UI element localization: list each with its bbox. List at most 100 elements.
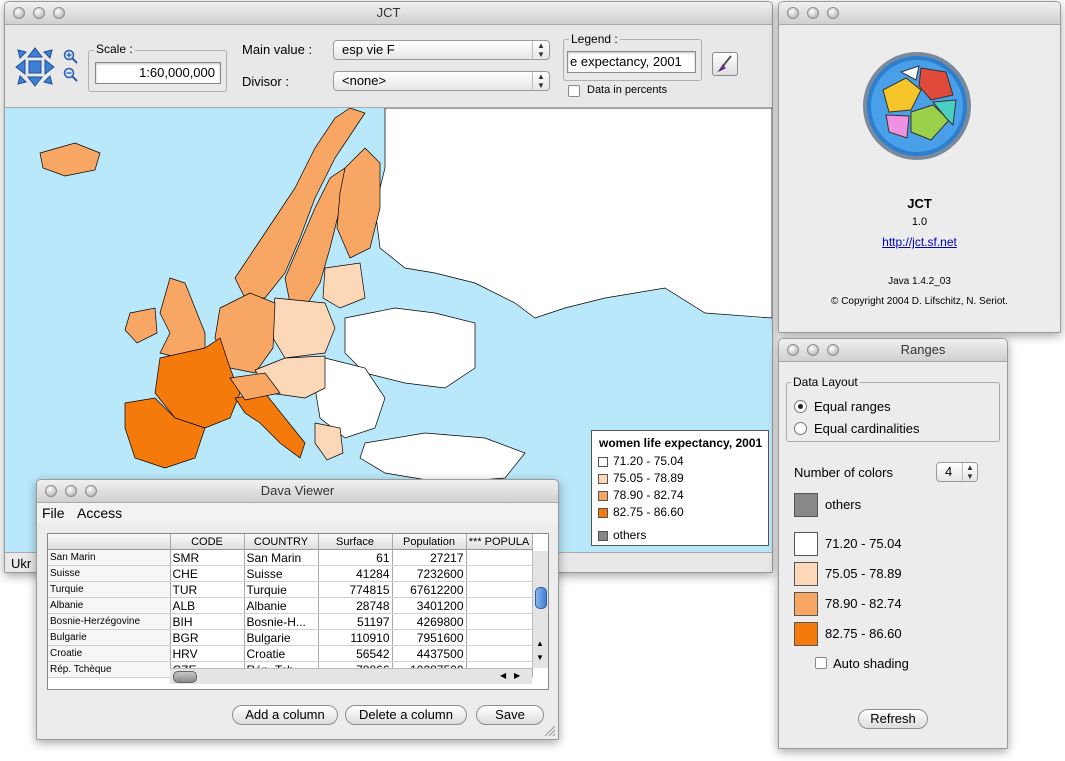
menu-file[interactable]: File bbox=[42, 505, 65, 521]
scroll-left-arrow-icon[interactable]: ◀ bbox=[500, 671, 506, 680]
scale-input[interactable]: 1:60,000,000 bbox=[95, 62, 221, 84]
horizontal-scrollbar[interactable]: ◀ ▶ bbox=[170, 668, 532, 684]
zoom-button[interactable] bbox=[827, 344, 839, 356]
menu-access[interactable]: Access bbox=[77, 505, 122, 521]
cell-surface[interactable]: 774815 bbox=[318, 581, 393, 598]
minimize-button[interactable] bbox=[65, 485, 77, 497]
cell-surface[interactable]: 61 bbox=[318, 549, 393, 566]
cell-popula[interactable] bbox=[466, 565, 533, 582]
column-header-popula[interactable]: *** POPULA bbox=[466, 534, 533, 550]
cell-country[interactable]: San Marin bbox=[244, 549, 319, 566]
cell-code[interactable]: BIH bbox=[170, 613, 245, 630]
close-button[interactable] bbox=[45, 485, 57, 497]
close-button[interactable] bbox=[787, 7, 799, 19]
table-row[interactable]: Croatie HRV Croatie 56542 4437500 bbox=[48, 645, 533, 662]
dava-titlebar[interactable]: Dava Viewer bbox=[37, 480, 558, 503]
close-button[interactable] bbox=[787, 344, 799, 356]
table-row[interactable]: Bulgarie BGR Bulgarie 110910 7951600 bbox=[48, 629, 533, 646]
cell-country[interactable]: Croatie bbox=[244, 645, 319, 662]
main-value-select[interactable]: esp vie F ▲ ▼ bbox=[333, 40, 550, 60]
scroll-right-arrow-icon[interactable]: ▶ bbox=[514, 671, 520, 680]
minimize-button[interactable] bbox=[33, 7, 45, 19]
cell-surface[interactable]: 28748 bbox=[318, 597, 393, 614]
zoom-button[interactable] bbox=[827, 7, 839, 19]
range-swatch-1[interactable] bbox=[794, 532, 818, 556]
table-row[interactable]: San Marin SMR San Marin 61 27217 bbox=[48, 549, 533, 566]
scroll-up-arrow-icon[interactable]: ▲ bbox=[536, 639, 544, 648]
zoom-in-icon[interactable] bbox=[63, 49, 79, 65]
table-row[interactable]: Bosnie-Herzégovine BIH Bosnie-H... 51197 426… bbox=[48, 613, 533, 630]
horizontal-scroll-thumb[interactable] bbox=[173, 671, 197, 683]
legend-input[interactable]: e expectancy, 2001 bbox=[567, 51, 696, 73]
delete-column-button[interactable]: Delete a column bbox=[345, 705, 467, 725]
zoom-button[interactable] bbox=[85, 485, 97, 497]
cell-code[interactable]: HRV bbox=[170, 645, 245, 662]
cell-popula[interactable] bbox=[466, 597, 533, 614]
cell-surface[interactable]: 51197 bbox=[318, 613, 393, 630]
cell-population[interactable]: 7232600 bbox=[392, 565, 467, 582]
cell-population[interactable]: 27217 bbox=[392, 549, 467, 566]
column-header-population[interactable]: Population bbox=[392, 534, 467, 550]
minimize-button[interactable] bbox=[807, 344, 819, 356]
jct-titlebar[interactable]: JCT bbox=[5, 2, 772, 25]
cell-popula[interactable] bbox=[466, 645, 533, 662]
cell-country[interactable]: Albanie bbox=[244, 597, 319, 614]
brush-button[interactable] bbox=[712, 52, 738, 76]
cell-country[interactable]: Turquie bbox=[244, 581, 319, 598]
range-swatch-2[interactable] bbox=[794, 562, 818, 586]
vertical-scroll-thumb[interactable] bbox=[535, 587, 547, 609]
cell-population[interactable]: 4437500 bbox=[392, 645, 467, 662]
cell-population[interactable]: 7951600 bbox=[392, 629, 467, 646]
column-header-code[interactable]: CODE bbox=[170, 534, 245, 550]
cell-popula[interactable] bbox=[466, 581, 533, 598]
cell-surface[interactable]: 41284 bbox=[318, 565, 393, 582]
window-title: Ranges bbox=[900, 342, 946, 357]
cell-code[interactable]: TUR bbox=[170, 581, 245, 598]
cell-surface[interactable]: 56542 bbox=[318, 645, 393, 662]
about-url-link[interactable]: http://jct.sf.net bbox=[779, 235, 1060, 249]
cell-population[interactable]: 3401200 bbox=[392, 597, 467, 614]
minimize-button[interactable] bbox=[807, 7, 819, 19]
window-title: JCT bbox=[376, 5, 401, 20]
cell-popula[interactable] bbox=[466, 549, 533, 566]
about-titlebar[interactable] bbox=[779, 2, 1060, 25]
close-button[interactable] bbox=[13, 7, 25, 19]
range-swatch-4[interactable] bbox=[794, 622, 818, 646]
equal-ranges-radio[interactable] bbox=[794, 400, 807, 413]
cell-surface[interactable]: 110910 bbox=[318, 629, 393, 646]
range-swatch-3[interactable] bbox=[794, 592, 818, 616]
column-header-surface[interactable]: Surface bbox=[318, 534, 393, 550]
others-swatch[interactable] bbox=[794, 493, 818, 517]
equal-cardinalities-radio[interactable] bbox=[794, 422, 807, 435]
vertical-scrollbar[interactable]: ▲ ▼ bbox=[532, 551, 548, 668]
table-row[interactable]: Turquie TUR Turquie 774815 67612200 bbox=[48, 581, 533, 598]
cell-code[interactable]: SMR bbox=[170, 549, 245, 566]
cell-country[interactable]: Bosnie-H... bbox=[244, 613, 319, 630]
cell-code[interactable]: CHE bbox=[170, 565, 245, 582]
scroll-down-arrow-icon[interactable]: ▼ bbox=[536, 653, 544, 662]
cell-code[interactable]: ALB bbox=[170, 597, 245, 614]
cell-population[interactable]: 67612200 bbox=[392, 581, 467, 598]
refresh-button[interactable]: Refresh bbox=[858, 709, 928, 729]
cell-country[interactable]: Suisse bbox=[244, 565, 319, 582]
map-poland[interactable] bbox=[269, 297, 336, 359]
cell-popula[interactable] bbox=[466, 629, 533, 646]
pan-arrows-icon[interactable] bbox=[15, 47, 55, 87]
add-column-button[interactable]: Add a column bbox=[232, 705, 338, 725]
cell-code[interactable]: BGR bbox=[170, 629, 245, 646]
cell-popula[interactable] bbox=[466, 613, 533, 630]
column-header-country[interactable]: COUNTRY bbox=[244, 534, 319, 550]
auto-shading-checkbox[interactable] bbox=[815, 657, 827, 669]
number-of-colors-stepper[interactable]: 4 ▲ ▼ bbox=[936, 462, 978, 482]
cell-population[interactable]: 4269800 bbox=[392, 613, 467, 630]
table-row[interactable]: Suisse CHE Suisse 41284 7232600 bbox=[48, 565, 533, 582]
save-button[interactable]: Save bbox=[476, 705, 544, 725]
ranges-titlebar[interactable]: Ranges bbox=[779, 339, 1007, 362]
divisor-select[interactable]: <none> ▲ ▼ bbox=[333, 71, 550, 91]
zoom-out-icon[interactable] bbox=[63, 67, 79, 83]
zoom-button[interactable] bbox=[53, 7, 65, 19]
data-in-percents-checkbox[interactable] bbox=[568, 85, 580, 97]
cell-country[interactable]: Bulgarie bbox=[244, 629, 319, 646]
resize-grip-icon[interactable] bbox=[542, 723, 556, 737]
table-row[interactable]: Albanie ALB Albanie 28748 3401200 bbox=[48, 597, 533, 614]
